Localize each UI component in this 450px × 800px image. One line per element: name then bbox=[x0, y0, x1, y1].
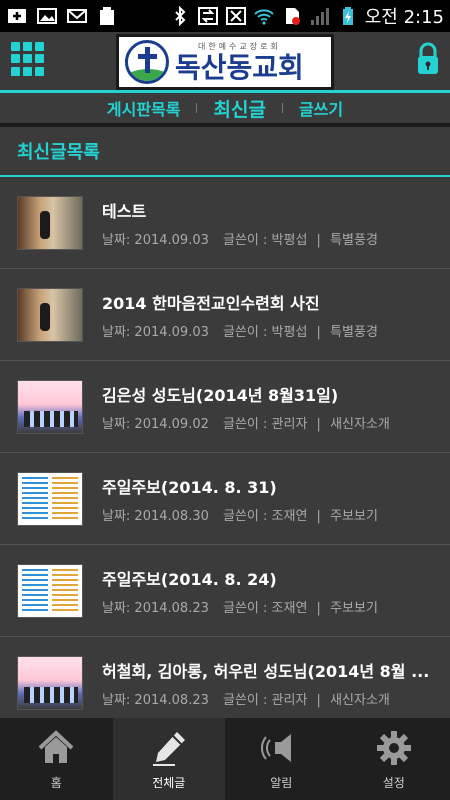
post-title: 김은성 성도님(2014년 8월31일) bbox=[102, 385, 339, 405]
no-sim-icon bbox=[281, 6, 303, 26]
post-date: 날짜: 2014.08.23 bbox=[102, 692, 209, 708]
post-date: 날짜: 2014.09.03 bbox=[102, 324, 209, 340]
post-date: 날짜: 2014.08.30 bbox=[102, 508, 209, 524]
list-item[interactable]: 주일주보(2014. 8. 31) 날짜: 2014.08.30 글쓴이 : 조… bbox=[0, 453, 450, 545]
status-bar: 오전 2:15 bbox=[0, 0, 450, 32]
tab-write[interactable]: 글쓰기 bbox=[299, 96, 343, 120]
post-thumbnail bbox=[17, 379, 83, 434]
sync-icon bbox=[197, 6, 219, 26]
battery-charging-icon bbox=[337, 6, 359, 26]
post-meta: 날짜: 2014.08.30 글쓴이 : 조재연 | 주보보기 bbox=[102, 508, 378, 524]
post-author: 글쓴이 : 관리자 bbox=[223, 416, 308, 432]
post-title: 허철회, 김아롱, 허우린 성도님(2014년 8월 ... bbox=[102, 661, 430, 681]
post-author: 글쓴이 : 조재연 bbox=[223, 600, 308, 616]
gmail-icon bbox=[66, 6, 88, 26]
post-date: 날짜: 2014.09.03 bbox=[102, 232, 209, 248]
gear-icon bbox=[376, 730, 411, 765]
post-title: 주일주보(2014. 8. 31) bbox=[102, 477, 277, 497]
post-thumbnail bbox=[17, 563, 83, 618]
list-item[interactable]: 2014 한마음전교인수련회 사진 날짜: 2014.09.03 글쓴이 : 박… bbox=[0, 269, 450, 361]
tab-divider bbox=[281, 103, 283, 113]
list-item[interactable]: 김은성 성도님(2014년 8월31일) 날짜: 2014.09.02 글쓴이 … bbox=[0, 361, 450, 453]
nav-all-posts-label: 전체글 bbox=[152, 775, 186, 790]
tab-divider bbox=[196, 103, 198, 113]
post-title: 주일주보(2014. 8. 24) bbox=[102, 569, 277, 589]
speaker-icon bbox=[261, 733, 292, 762]
logo-title: 독산동교회 bbox=[175, 50, 304, 84]
post-thumbnail bbox=[17, 471, 83, 526]
app-header: 대한예수교장로회 독산동교회 bbox=[0, 32, 450, 90]
post-meta: 날짜: 2014.08.23 글쓴이 : 관리자 | 새신자소개 bbox=[102, 692, 390, 708]
post-category: 특별풍경 bbox=[330, 324, 378, 340]
section-header: 최신글목록 bbox=[0, 127, 450, 175]
nav-home[interactable]: 홈 bbox=[0, 718, 113, 800]
bottom-nav: 홈 전체글 알림 설정 bbox=[0, 718, 450, 800]
post-author: 글쓴이 : 관리자 bbox=[223, 692, 308, 708]
nav-settings[interactable]: 설정 bbox=[338, 718, 450, 800]
menu-grid-icon[interactable] bbox=[11, 42, 45, 76]
post-author: 글쓴이 : 박평섭 bbox=[223, 324, 308, 340]
list-item[interactable]: 주일주보(2014. 8. 24) 날짜: 2014.08.23 글쓴이 : 조… bbox=[0, 545, 450, 637]
wifi-icon bbox=[253, 6, 275, 26]
nav-notifications-label: 알림 bbox=[270, 775, 293, 790]
church-logo[interactable]: 대한예수교장로회 독산동교회 bbox=[116, 34, 334, 90]
post-list: 테스트 날짜: 2014.09.03 글쓴이 : 박평섭 | 특별풍경 2014… bbox=[0, 177, 450, 718]
add-notification-icon bbox=[6, 6, 28, 26]
church-seal-icon bbox=[125, 40, 169, 84]
logo-subtitle: 대한예수교장로회 bbox=[197, 41, 281, 51]
post-category: 주보보기 bbox=[330, 600, 378, 616]
pencil-icon bbox=[152, 731, 185, 766]
post-title: 2014 한마음전교인수련회 사진 bbox=[102, 293, 320, 313]
nav-settings-label: 설정 bbox=[382, 775, 405, 790]
tab-board-list[interactable]: 게시판목록 bbox=[107, 96, 181, 120]
status-time: 오전 2:15 bbox=[364, 7, 444, 28]
tab-bar: 게시판목록 최신글 글쓰기 bbox=[0, 93, 450, 123]
post-thumbnail bbox=[17, 655, 83, 710]
home-icon bbox=[38, 729, 74, 763]
post-category: 특별풍경 bbox=[330, 232, 378, 248]
bluetooth-icon bbox=[169, 6, 191, 26]
post-title: 테스트 bbox=[102, 201, 147, 221]
section-title: 최신글목록 bbox=[17, 142, 100, 163]
post-thumbnail bbox=[17, 195, 83, 250]
nav-home-label: 홈 bbox=[50, 775, 62, 790]
image-notification-icon bbox=[36, 6, 58, 26]
lock-icon[interactable] bbox=[416, 42, 440, 76]
list-item[interactable]: 테스트 날짜: 2014.09.03 글쓴이 : 박평섭 | 특별풍경 bbox=[0, 177, 450, 269]
post-author: 글쓴이 : 박평섭 bbox=[223, 232, 308, 248]
post-thumbnail bbox=[17, 287, 83, 342]
list-item[interactable]: 허철회, 김아롱, 허우린 성도님(2014년 8월 ... 날짜: 2014.… bbox=[0, 637, 450, 718]
post-category: 새신자소개 bbox=[330, 416, 390, 432]
post-category: 새신자소개 bbox=[330, 692, 390, 708]
post-meta: 날짜: 2014.08.23 글쓴이 : 조재연 | 주보보기 bbox=[102, 600, 378, 616]
post-category: 주보보기 bbox=[330, 508, 378, 524]
post-meta: 날짜: 2014.09.03 글쓴이 : 박평섭 | 특별풍경 bbox=[102, 232, 378, 248]
post-author: 글쓴이 : 조재연 bbox=[223, 508, 308, 524]
nav-all-posts[interactable]: 전체글 bbox=[112, 718, 225, 800]
post-meta: 날짜: 2014.09.02 글쓴이 : 관리자 | 새신자소개 bbox=[102, 416, 390, 432]
battery-full-notification-icon bbox=[96, 6, 118, 26]
tab-latest[interactable]: 최신글 bbox=[213, 95, 265, 122]
nav-notifications[interactable]: 알림 bbox=[225, 718, 338, 800]
data-off-icon bbox=[225, 6, 247, 26]
post-date: 날짜: 2014.09.02 bbox=[102, 416, 209, 432]
signal-icon bbox=[309, 6, 331, 26]
post-meta: 날짜: 2014.09.03 글쓴이 : 박평섭 | 특별풍경 bbox=[102, 324, 378, 340]
post-date: 날짜: 2014.08.23 bbox=[102, 600, 209, 616]
